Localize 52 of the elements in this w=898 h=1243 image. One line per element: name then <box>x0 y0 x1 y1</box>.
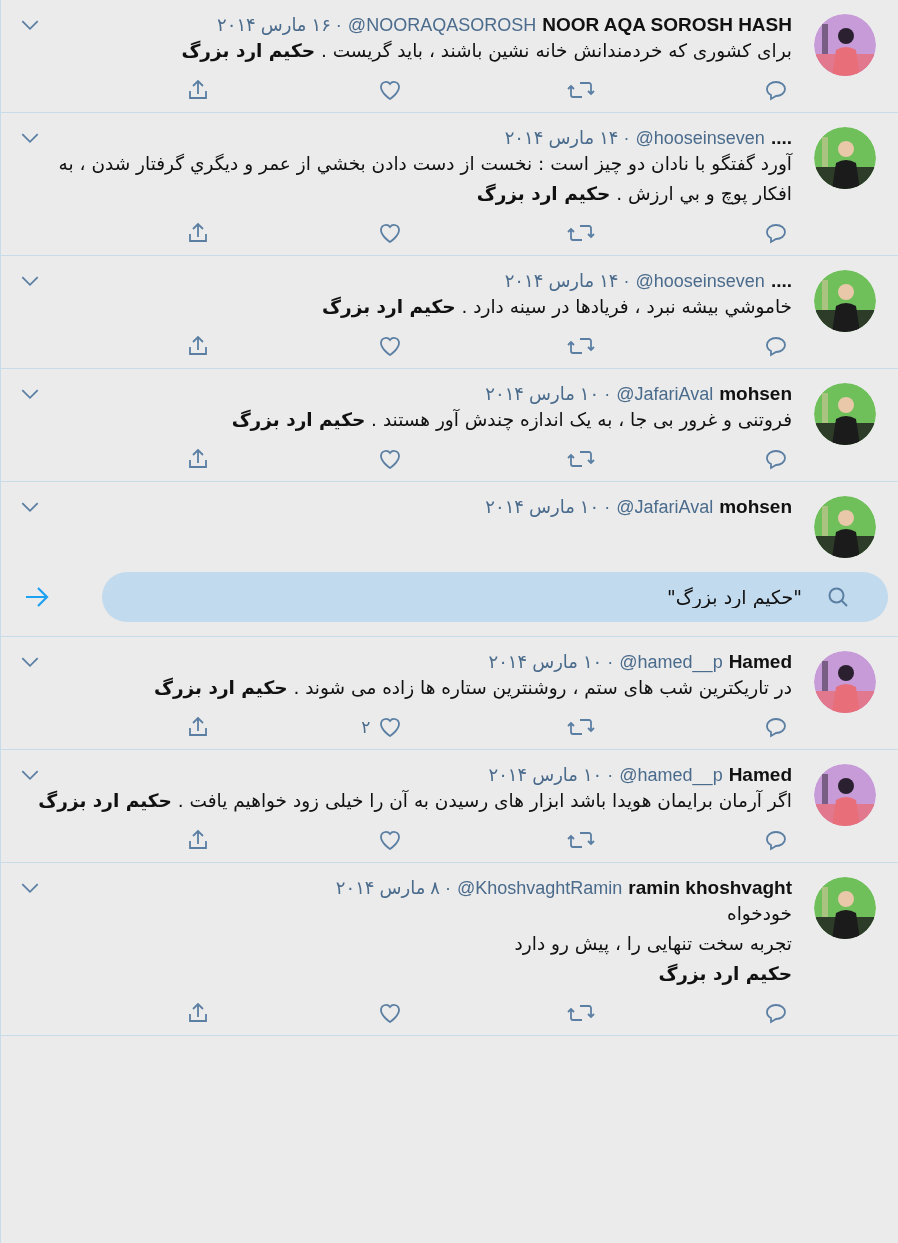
tweet-text: اگر آرمان برایمان هویدا باشد ابزار های رسیدن به آن را خیلی زود خواهیم یافت . حکیم ارد بزرگ <box>37 789 792 814</box>
search-field[interactable]: "حکیم ارد بزرگ" <box>102 572 888 622</box>
like-count: ۲ <box>361 717 371 737</box>
tweet-date[interactable]: · ۱۴ مارس ۲۰۱۴ <box>504 127 630 149</box>
chevron-down-icon[interactable] <box>21 19 39 31</box>
reply-icon[interactable] <box>764 828 788 852</box>
chevron-down-icon[interactable] <box>21 275 39 287</box>
arrow-right-icon[interactable] <box>24 586 50 608</box>
chevron-down-icon[interactable] <box>21 769 39 781</box>
tweet-text: خاموشي بیشه نبرد ، فریادها در سینه دارد . حکیم ارد بزرگ <box>321 295 792 320</box>
reply-icon[interactable] <box>764 1001 788 1025</box>
chevron-down-icon[interactable] <box>21 656 39 668</box>
user-name[interactable]: NOOR AQA SOROSH HASH <box>542 14 792 36</box>
user-handle[interactable]: @NOORAQASOROSH <box>347 15 537 36</box>
user-name[interactable]: ramin khoshvaght <box>628 877 792 899</box>
tweet-date[interactable]: · ۱۰ مارس ۲۰۱۴ <box>488 651 614 673</box>
reply-icon[interactable] <box>764 334 788 358</box>
search-icon <box>826 585 850 609</box>
user-name[interactable]: Hamed <box>728 651 792 673</box>
reply-icon[interactable] <box>764 78 788 102</box>
user-name[interactable]: .... <box>770 270 792 292</box>
chevron-down-icon[interactable] <box>21 882 39 894</box>
user-handle[interactable]: @hooseinseven <box>635 271 765 292</box>
tweet-text: تجربه سخت تنهایی را ، پیش رو دارد <box>513 932 792 957</box>
user-handle[interactable]: @KhoshvaghtRamin <box>457 878 623 899</box>
user-name[interactable]: .... <box>770 127 792 149</box>
tweet-date[interactable]: · ۱۰ مارس ۲۰۱۴ <box>488 764 614 786</box>
user-handle[interactable]: @JafariAval <box>616 384 714 405</box>
tweet-date[interactable]: · ۸ مارس ۲۰۱۴ <box>335 877 451 899</box>
user-handle[interactable]: @hooseinseven <box>635 128 765 149</box>
reply-icon[interactable] <box>764 221 788 245</box>
reply-icon[interactable] <box>764 715 788 739</box>
user-handle[interactable]: @JafariAval <box>616 497 714 518</box>
chevron-down-icon[interactable] <box>21 501 39 513</box>
tweet-date[interactable]: · ۱۴ مارس ۲۰۱۴ <box>504 270 630 292</box>
user-name[interactable]: mohsen <box>719 383 792 405</box>
tweet-text: حکیم ارد بزرگ <box>657 962 792 987</box>
tweet-date[interactable]: · ۱۰ مارس ۲۰۱۴ <box>485 496 611 518</box>
reply-icon[interactable] <box>764 447 788 471</box>
tweet-text: در تاریکترین شب های ستم ، روشنترین ستاره ها زاده می شوند . حکیم ارد بزرگ <box>152 676 792 701</box>
user-handle[interactable]: @hamed__p <box>619 765 723 786</box>
user-name[interactable]: Hamed <box>728 764 792 786</box>
tweet-date[interactable]: · ۱۰ مارس ۲۰۱۴ <box>485 383 611 405</box>
chevron-down-icon[interactable] <box>21 132 39 144</box>
tweet-text: فروتنی و غرور بی جا ، به یک اندازه چندش آور هستند . حکیم ارد بزرگ <box>230 408 792 433</box>
tweet-text: خودخواه <box>725 902 792 927</box>
user-handle[interactable]: @hamed__p <box>619 652 723 673</box>
chevron-down-icon[interactable] <box>21 388 39 400</box>
tweet-date[interactable]: · ۱۶ مارس ۲۰۱۴ <box>217 14 342 36</box>
user-name[interactable]: mohsen <box>719 496 792 518</box>
tweet-text: برای کشوری که خردمندانش خانه نشین باشند ، باید گریست . حکیم ارد بزرگ <box>180 39 792 64</box>
tweet-text: آورد گفتگو با نادان دو چیز است : نخست از دست دادن بخشي از عمر و دیگري گرفتار شدن ، به افکار پوچ و بي ارزش . حکیم ارد بزرگ <box>57 152 792 207</box>
